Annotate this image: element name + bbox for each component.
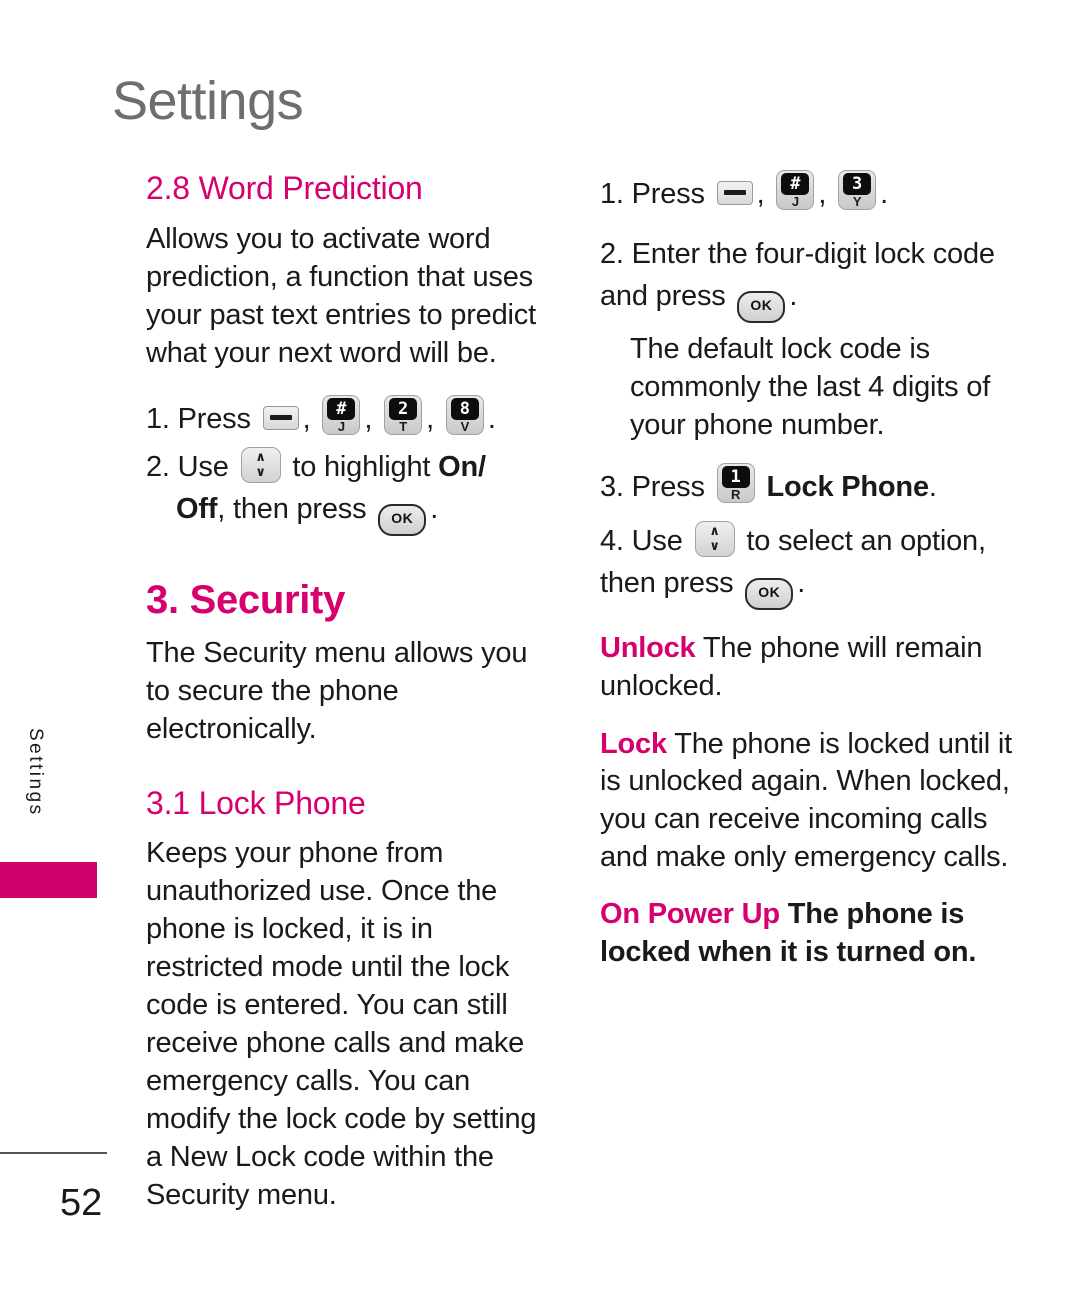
key-cap-digit: # [781, 173, 810, 195]
heading-word-prediction: 2.8 Word Prediction [146, 170, 423, 206]
heading-lock-phone: 3.1 Lock Phone [146, 784, 366, 821]
step-trail: . [789, 280, 798, 313]
option-item: On Power Up The phone is locked when it … [600, 896, 1012, 971]
option-term: On Power Up [600, 898, 780, 931]
key-cap-letter: V [460, 418, 470, 434]
step-trail: . [880, 178, 888, 210]
page-title: Settings [112, 71, 304, 131]
body-security: The Security menu allows you to secure t… [146, 636, 528, 745]
key-cap-digit: 1 [721, 466, 750, 489]
key-hash-j-icon: # J [322, 394, 361, 435]
key-1-r-icon: 1 R [716, 463, 755, 504]
body-word-prediction: Allows you to activate word prediction, … [146, 222, 536, 369]
step-item: 4. Use ∧ ∨ to select an option, then pre… [600, 520, 1012, 611]
key-cap-digit: 3 [843, 173, 872, 195]
step-text: Use [631, 525, 683, 558]
step-text: Press [177, 402, 251, 435]
option-item: Unlock The phone will remain unlocked. [600, 630, 1012, 705]
menu-soft-key-icon [262, 405, 299, 430]
key-cap-digit: 2 [389, 397, 418, 420]
step-number: 1. [146, 402, 170, 435]
ok-key-icon: OK [378, 503, 427, 536]
step-text: to highlight [292, 450, 431, 483]
body-lock-phone: Keeps your phone from unauthorized use. … [146, 837, 537, 1212]
step-trail: . [487, 402, 496, 435]
step-trail: . [797, 567, 806, 600]
step-emphasis: Off [176, 492, 218, 525]
key-cap-digit: 8 [450, 397, 479, 420]
step-text: , then press [217, 492, 367, 525]
key-3-y-icon: 3 Y [838, 170, 877, 210]
page-number: 52 [60, 1182, 103, 1224]
ok-key-icon: OK [745, 578, 794, 611]
key-cap-letter: R [731, 487, 741, 503]
key-cap-digit: # [327, 397, 356, 420]
chevron-down-icon: ∨ [255, 464, 266, 480]
left-column: 2.8 Word Prediction Allows you to activa… [146, 170, 550, 1237]
step-item: 1. Press , # J , 3 Y . [600, 170, 1012, 215]
key-cap-letter: T [399, 418, 407, 434]
chevron-down-icon: ∨ [709, 539, 720, 555]
step-item: 2. Enter the four-digit lock code and pr… [600, 233, 1012, 324]
right-column: 1. Press , # J , 3 Y . 2. Enter the four… [600, 170, 1012, 992]
side-tab-label: Settings [25, 728, 46, 817]
option-item: Lock The phone is locked until it is unl… [600, 726, 1012, 877]
key-cap-letter: Y [852, 194, 862, 209]
key-cap-letter: J [791, 194, 799, 209]
step-number: 2. [600, 238, 624, 271]
step-text: Enter the four-digit lock code and press [600, 238, 995, 313]
menu-soft-key-icon [716, 181, 753, 205]
step-trail: . [430, 492, 439, 525]
step-emphasis: On/ [438, 450, 486, 483]
footer-divider [0, 1152, 107, 1154]
nav-up-down-key-icon: ∧ ∨ [240, 446, 281, 483]
step-number: 1. [600, 178, 624, 210]
ok-key-icon: OK [737, 291, 786, 324]
step-number: 3. [600, 471, 624, 504]
side-tab-block [0, 862, 97, 898]
step-note: The default lock code is commonly the la… [630, 333, 991, 442]
key-cap-letter: J [337, 418, 345, 434]
key-hash-j-icon: # J [776, 170, 815, 210]
chevron-up-icon: ∧ [709, 524, 720, 540]
step-item: 3. Press 1 R Lock Phone. [600, 463, 1012, 508]
step-text: Press [631, 471, 705, 504]
key-8-v-icon: 8 V [445, 394, 484, 435]
step-text: Use [177, 450, 229, 483]
step-item: 2. Use ∧ ∨ to highlight On/ Off, then pr… [146, 446, 550, 536]
chevron-up-icon: ∧ [255, 449, 266, 465]
step-number: 2. [146, 450, 170, 483]
option-term: Unlock [600, 632, 696, 665]
step-number: 4. [600, 525, 624, 558]
nav-up-down-key-icon: ∧ ∨ [694, 521, 735, 558]
step-trail: . [928, 471, 937, 504]
key-2-t-icon: 2 T [384, 394, 423, 435]
step-emphasis: Lock Phone [766, 471, 930, 504]
step-item: 1. Press , # J , 2 T , 8 V . [146, 394, 550, 440]
option-term: Lock [600, 727, 667, 760]
step-text: Press [631, 178, 705, 210]
heading-security: 3. Security [146, 577, 346, 622]
